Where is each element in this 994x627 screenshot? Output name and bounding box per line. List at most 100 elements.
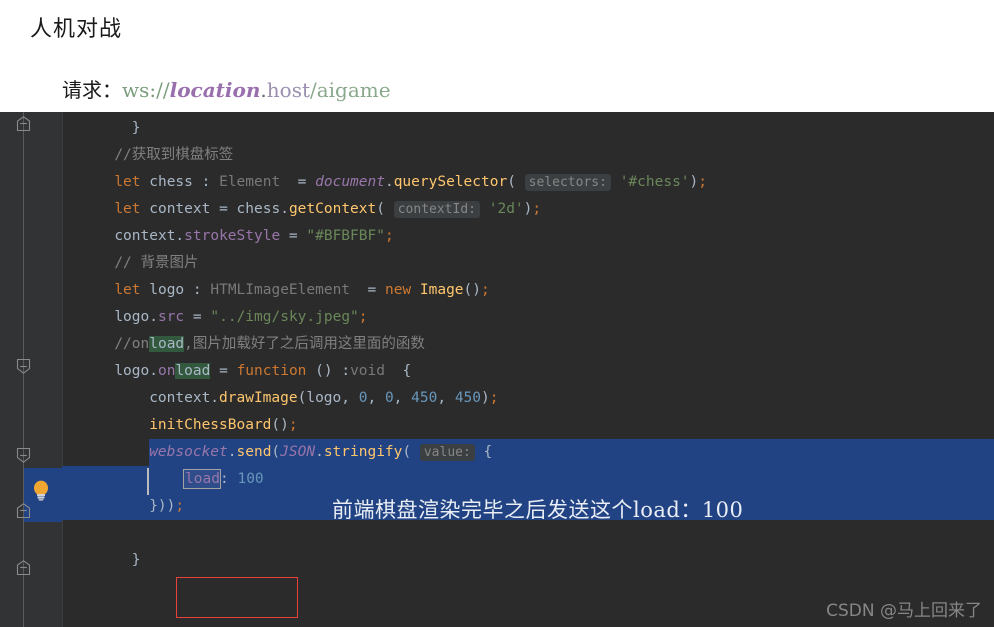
code-token-punct: =	[350, 282, 385, 298]
code-token-function: send	[236, 444, 272, 460]
code-token-punct	[480, 201, 489, 217]
code-token-property: on	[157, 363, 176, 379]
code-token-comment: //on	[114, 336, 150, 352]
code-token-function: getContext	[288, 201, 377, 217]
code-token-semicolon: ;	[532, 201, 542, 217]
code-token-punct: .	[384, 174, 394, 190]
code-token-semicolon: ;	[489, 390, 499, 406]
code-line[interactable]: let context = chess.getContext( contextI…	[114, 196, 541, 223]
code-line[interactable]: //获取到棋盘标签	[114, 142, 233, 169]
code-token-function: stringify	[323, 444, 403, 460]
code-line[interactable]: let logo : HTMLImageElement = new Image(…	[114, 277, 489, 304]
text-caret	[147, 468, 149, 495]
code-token-type-hint: HTMLImageElement	[210, 282, 351, 298]
fold-marker-up[interactable]	[16, 116, 31, 131]
code-token-punct: :	[220, 471, 238, 487]
code-token-semicolon: ;	[384, 228, 394, 244]
request-label: 请求：	[62, 78, 122, 102]
code-token-number: 0	[384, 390, 394, 406]
code-token-ident: logo	[114, 309, 150, 325]
watermark: CSDN @马上回来了	[826, 601, 982, 621]
code-token-property-match: load	[175, 363, 211, 379]
code-token-punct: .	[315, 444, 324, 460]
code-token-punct: ()	[271, 417, 289, 433]
code-token-keyword: let	[114, 282, 150, 298]
code-line[interactable]: }	[132, 547, 141, 574]
code-token-punct: :	[184, 282, 211, 298]
page-title: 人机对战	[30, 17, 123, 42]
request-host: host	[266, 78, 310, 102]
code-token-punct: ()	[463, 282, 482, 298]
code-token-param-hint: selectors:	[524, 174, 611, 191]
code-token-comment: // 背景图片	[114, 255, 199, 271]
code-token-semicolon: ;	[358, 309, 368, 325]
code-token-punct: =	[280, 174, 316, 190]
code-token-string: "#BFBFBF"	[306, 228, 385, 244]
code-token-punct: .	[210, 390, 220, 406]
code-line[interactable]: context.drawImage(logo, 0, 0, 450, 450);	[149, 385, 498, 412]
code-token-keyword: let	[114, 201, 150, 217]
code-token-ident: logo	[114, 363, 150, 379]
code-token-param-hint: value:	[419, 444, 475, 461]
code-token-global: document	[315, 174, 385, 190]
code-token-ident: context	[114, 228, 176, 244]
code-token-string: '2d'	[488, 201, 524, 217]
code-token-punct: ,	[341, 390, 359, 406]
code-line[interactable]: }	[132, 115, 141, 142]
code-token-punct: =	[210, 201, 237, 217]
code-token-keyword: let	[114, 174, 150, 190]
fold-marker-up[interactable]	[16, 503, 31, 518]
code-token-string: '#chess'	[619, 174, 690, 190]
code-token-number: 450	[411, 390, 438, 406]
code-token-keyword: function	[236, 363, 316, 379]
code-token-brace: }	[131, 120, 141, 136]
code-token-type-hint: void	[350, 363, 385, 379]
code-token-brace: {	[474, 444, 493, 460]
code-token-semicolon: ;	[481, 282, 490, 298]
code-token-punct: .	[227, 444, 237, 460]
code-line[interactable]: //onload,图片加载好了之后调用这里面的函数	[114, 331, 425, 358]
code-line[interactable]: initChessBoard();	[149, 412, 297, 439]
code-line[interactable]: websocket.send(JSON.stringify( value: {	[149, 439, 492, 466]
code-token-punct: ,	[367, 390, 385, 406]
code-token-ident: context	[149, 390, 211, 406]
editor-gutter[interactable]	[0, 112, 62, 627]
code-token-comment-match: load	[149, 336, 185, 352]
code-token-ident: chess	[236, 201, 281, 217]
fold-marker-up[interactable]	[16, 560, 31, 575]
code-token-ident: logo	[149, 282, 185, 298]
fold-marker-down[interactable]	[16, 359, 31, 374]
lightbulb-icon[interactable]	[31, 479, 51, 501]
code-line[interactable]: }));	[149, 493, 184, 520]
document-header: 人机对战 请求：ws://location.host/aigame	[0, 0, 994, 112]
fold-marker-down[interactable]	[16, 448, 31, 463]
code-line[interactable]: // 背景图片	[114, 250, 198, 277]
code-editor[interactable]: } //获取到棋盘标签 let chess : Element = document…	[0, 112, 994, 627]
code-line[interactable]: let chess : Element = document.querySele…	[114, 169, 707, 196]
code-content[interactable]: } //获取到棋盘标签 let chess : Element = document…	[62, 112, 994, 627]
code-token-function: drawImage	[219, 390, 298, 406]
code-token-punct	[611, 174, 620, 190]
code-line[interactable]: logo.src = "../img/sky.jpeg";	[114, 304, 367, 331]
code-token-punct: (	[376, 201, 394, 217]
code-token-brace: {	[385, 363, 412, 379]
code-line[interactable]: logo.onload = function () :void {	[114, 358, 411, 385]
code-token-punct: (	[271, 444, 281, 460]
code-token-punct: :	[341, 363, 351, 379]
code-line[interactable]: load: 100	[183, 466, 264, 493]
code-token-punct: .	[149, 309, 158, 325]
code-token-ident: logo	[306, 390, 342, 406]
code-token-punct: (	[507, 174, 525, 190]
code-token-string: "../img/sky.jpeg"	[210, 309, 359, 325]
code-token-property: src	[157, 309, 185, 325]
request-location: location	[169, 78, 261, 102]
code-token-punct: (	[402, 444, 420, 460]
code-line[interactable]: context.strokeStyle = "#BFBFBF";	[114, 223, 393, 250]
code-token-global: JSON	[280, 444, 316, 460]
code-token-number: 100	[237, 471, 264, 487]
code-token-punct: ()	[315, 363, 342, 379]
code-token-punct: )	[481, 390, 490, 406]
code-token-ident: context	[149, 201, 211, 217]
code-token-comment: ,图片加载好了之后调用这里面的函数	[184, 336, 425, 352]
request-path: /aigame	[310, 78, 391, 102]
